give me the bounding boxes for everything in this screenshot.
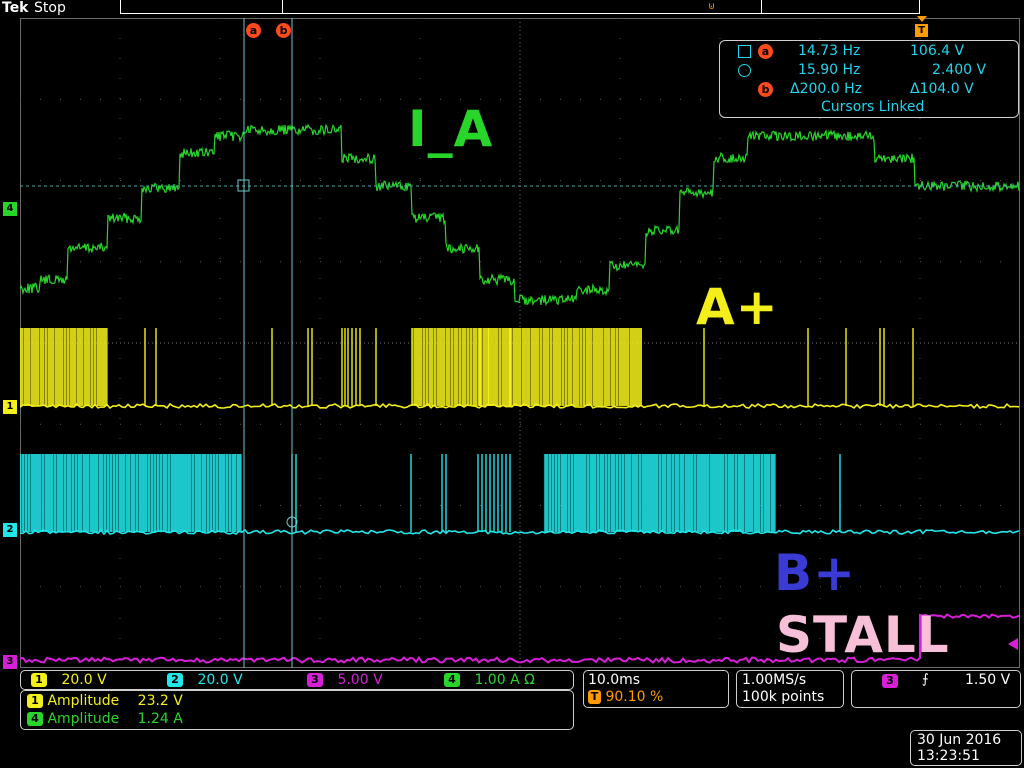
ch1-position-marker[interactable]: 1 (3, 400, 17, 414)
measurement-1-ch-badge: 1 (27, 694, 43, 708)
cursor-readout-row-a: a 14.73 Hz 106.4 V (720, 43, 1018, 61)
cursor-delta-freq: Δ200.0 Hz (790, 81, 862, 97)
aplus-dense-block (412, 328, 642, 406)
trigger-level: 1.50 V (965, 672, 1011, 688)
cursor-a-volt: 106.4 V (910, 43, 965, 59)
cursor-delta-volt: Δ104.0 V (910, 81, 974, 97)
cursor-b-freq: 15.90 Hz (798, 62, 861, 78)
measurement-2-name: Amplitude (47, 711, 120, 727)
ch2-scale-value: 20.0 V (197, 672, 243, 688)
date-label: 30 Jun 2016 (917, 732, 1002, 748)
measurement-1-value: 23.2 V (137, 693, 183, 709)
channel-scale-bar: 1 20.0 V 2 20.0 V 3 5.00 V 4 1.00 A Ω (20, 670, 574, 690)
trigger-position-readout: T 90.10 % (588, 689, 663, 705)
trigger-ch-badge: 3 (882, 674, 898, 688)
trace-label-ia: I_A (408, 100, 494, 158)
measurement-1-name: Amplitude (47, 693, 120, 709)
top-status-bar: Tek Stop ⊍ (0, 0, 1024, 18)
trigger-t-badge: T (588, 690, 601, 704)
cursor-a-freq: 14.73 Hz (798, 43, 861, 59)
cursor-b-marker[interactable]: b (276, 23, 291, 38)
timebase-scale: 10.0ms (588, 672, 641, 688)
trigger-position-value: 90.10 % (605, 689, 664, 705)
aplus-dense-block (20, 328, 108, 406)
measurement-panel: 1 Amplitude 23.2 V 4 Amplitude 1.24 A (20, 690, 574, 730)
measurement-2-value: 1.24 A (137, 711, 183, 727)
trace-label-stall: STALL (776, 606, 950, 664)
trigger-position-marker[interactable]: T (915, 24, 928, 37)
bplus-dense-block (20, 454, 242, 532)
trace-label-bplus: B+ (774, 544, 857, 602)
cursor-a-badge: a (758, 44, 773, 59)
trigger-arrow-icon (917, 16, 927, 22)
circle-cursor-icon (738, 64, 751, 77)
cursor-readout-panel: a 14.73 Hz 106.4 V 15.90 Hz 2.400 V b Δ2… (719, 40, 1019, 118)
time-label: 13:23:51 (917, 748, 980, 764)
trace-label-aplus: A+ (696, 278, 779, 336)
record-trigger-indicator: ⊍ (708, 1, 716, 12)
square-cursor-icon (738, 45, 751, 58)
trigger-panel[interactable]: 3 ⨍ 1.50 V (851, 670, 1021, 708)
trigger-settings: 3 (882, 673, 898, 689)
ch3-scale-value: 5.00 V (337, 672, 383, 688)
ch4-scale-value: 1.00 A Ω (474, 672, 535, 688)
record-points: 100k points (742, 689, 825, 705)
ch4-scale[interactable]: 4 1.00 A Ω (444, 672, 535, 688)
measurement-row-1[interactable]: 1 Amplitude 23.2 V (27, 693, 183, 709)
measurement-row-2[interactable]: 4 Amplitude 1.24 A (27, 711, 183, 727)
brand-label: Tek (2, 0, 29, 16)
bplus-dense-block (545, 454, 776, 532)
cursor-readout-row-delta: b Δ200.0 Hz Δ104.0 V (720, 81, 1018, 99)
sample-rate: 1.00MS/s (742, 672, 807, 688)
datetime-panel: 30 Jun 2016 13:23:51 (910, 730, 1022, 766)
ch1-scale[interactable]: 1 20.0 V (31, 672, 107, 688)
cursors-linked-label: Cursors Linked (821, 99, 925, 115)
cursor-readout-row-circle: 15.90 Hz 2.400 V (720, 62, 1018, 80)
run-state-label[interactable]: Stop (34, 0, 66, 16)
record-view-window[interactable] (282, 0, 762, 14)
timebase-panel[interactable]: 10.0ms T 90.10 % (583, 670, 729, 708)
ch4-badge: 4 (444, 673, 460, 687)
cursor-linked-row: Cursors Linked (720, 99, 1018, 117)
ch4-position-marker[interactable]: 4 (3, 202, 17, 216)
ch2-position-marker[interactable]: 2 (3, 523, 17, 537)
ch2-scale[interactable]: 2 20.0 V (167, 672, 243, 688)
cursor-b-badge: b (758, 82, 773, 97)
ch3-trigger-level-icon (1008, 638, 1018, 650)
acquisition-panel[interactable]: 1.00MS/s 100k points (736, 670, 844, 708)
ch3-scale[interactable]: 3 5.00 V (307, 672, 383, 688)
cursor-b-volt: 2.400 V (932, 62, 987, 78)
waveform-traces (20, 123, 1020, 665)
ch3-position-marker[interactable]: 3 (3, 655, 17, 669)
ch1-badge: 1 (31, 673, 47, 687)
ch1-scale-value: 20.0 V (61, 672, 107, 688)
cursor-a-marker[interactable]: a (246, 23, 261, 38)
ch3-badge: 3 (307, 673, 323, 687)
rising-edge-icon: ⨍ (922, 672, 929, 687)
ch2-badge: 2 (167, 673, 183, 687)
measurement-2-ch-badge: 4 (27, 712, 43, 726)
